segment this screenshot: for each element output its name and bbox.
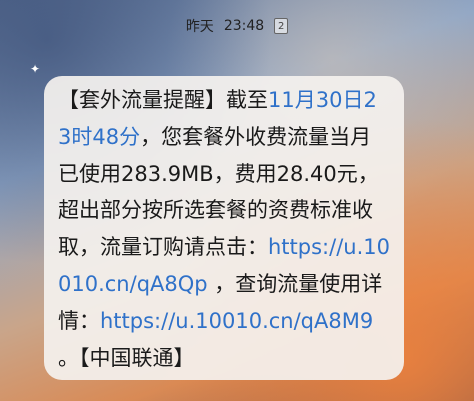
message-prefix: 【套外流量提醒】截至 [58, 88, 268, 112]
usage-details-link[interactable]: https://u.10010.cn/qA8M9 [100, 309, 373, 333]
timestamp-time: 23:48 [223, 18, 265, 34]
message-bubble[interactable]: 【套外流量提醒】截至11月30日23时48分，您套餐外收费流量当月已使用283.… [44, 76, 404, 380]
timestamp-day: 昨天 [185, 19, 214, 35]
sparkle-icon: ✦ [30, 62, 41, 76]
message-timestamp: 昨天 23:48 2 [0, 16, 474, 36]
sim-card-icon: 2 [274, 18, 289, 34]
message-body-3: 。【中国联通】 [58, 345, 195, 370]
